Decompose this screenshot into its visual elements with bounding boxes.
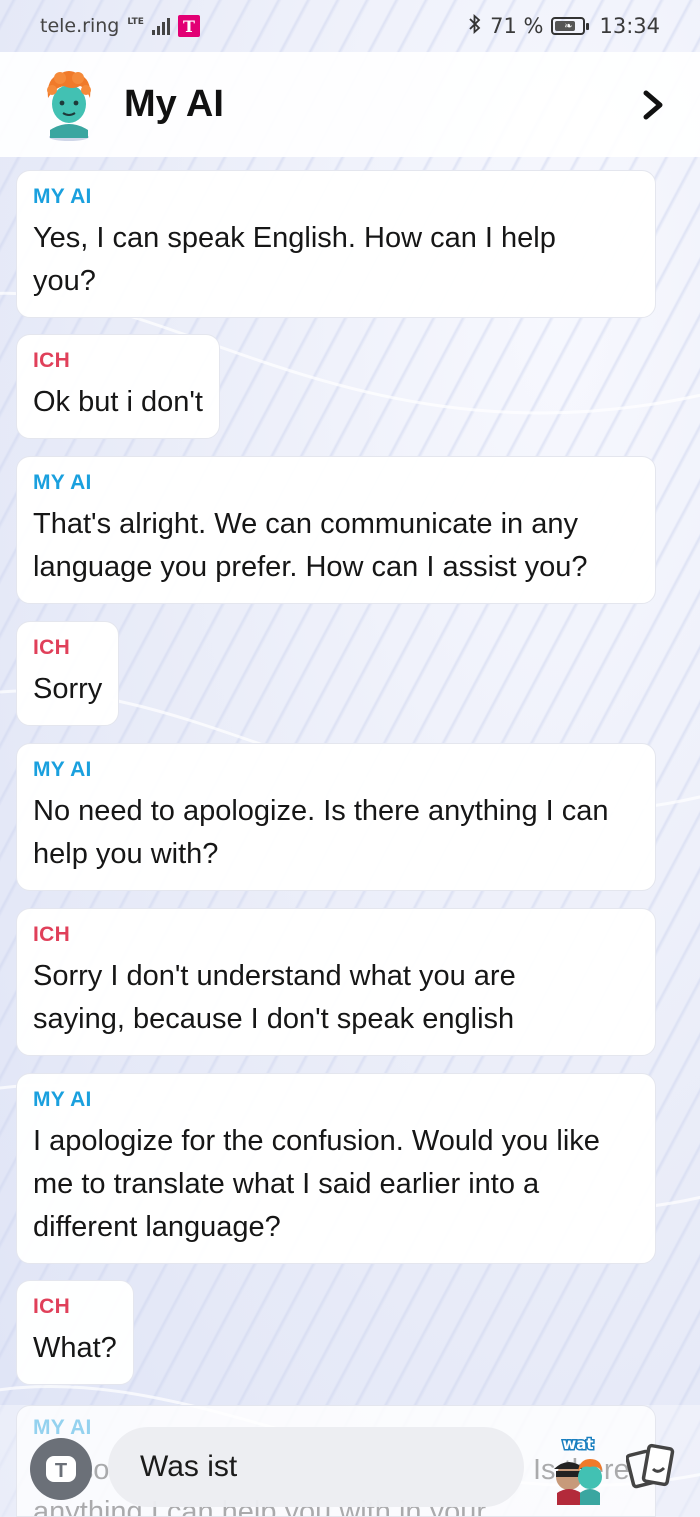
svg-text:T: T (55, 1460, 67, 1482)
network-type: LTE (127, 16, 144, 27)
composer-bar: MY AI I'm soIs there anything I can help… (0, 1405, 700, 1517)
clock: 13:34 (599, 14, 660, 38)
message-text: No need to apologize. Is there anything … (33, 795, 609, 870)
message-text: Ok but i don't (33, 386, 203, 418)
message-text: Sorry (33, 673, 103, 705)
sender-label: MY AI (33, 758, 92, 781)
camera-button[interactable]: T (30, 1438, 92, 1500)
message-text: I apologize for the confusion. Would you… (33, 1125, 600, 1243)
battery-icon: ❧ (551, 17, 590, 35)
message-text: What? (33, 1332, 117, 1364)
status-left: tele.ring LTE T (40, 15, 200, 37)
message-text: That's alright. We can communicate in an… (33, 508, 588, 583)
signal-icon (151, 17, 170, 35)
sender-label: MY AI (33, 1088, 92, 1111)
sender-label: ICH (33, 1295, 71, 1318)
message-bubble-ai: MY AI No need to apologize. Is there any… (16, 743, 656, 891)
sender-label: ICH (33, 923, 71, 946)
message-text: Sorry I don't understand what you are sa… (33, 960, 516, 1035)
svg-text:wat: wat (562, 1435, 593, 1453)
battery-percent: 71 % (490, 14, 544, 38)
bitmoji-icon[interactable]: wat (545, 1433, 611, 1505)
sender-label: ICH (33, 636, 71, 659)
message-bubble-ai: MY AI Yes, I can speak English. How can … (16, 170, 656, 318)
message-bubble-ai: MY AI I apologize for the confusion. Wou… (16, 1073, 656, 1264)
chat-title[interactable]: My AI (124, 83, 634, 126)
message-text: Yes, I can speak English. How can I help… (33, 222, 556, 297)
message-bubble-user: ICH Sorry (16, 621, 120, 726)
cards-icon[interactable] (626, 1441, 676, 1491)
message-bubble-user: ICH Ok but i don't (16, 334, 220, 439)
bluetooth-icon (468, 13, 482, 40)
camera-icon: T (46, 1456, 76, 1482)
message-bubble-user: ICH Sorry I don't understand what you ar… (16, 908, 656, 1056)
chat-header: My AI (0, 52, 700, 157)
status-right: 71 % ❧ 13:34 (468, 13, 660, 40)
sender-label: MY AI (33, 471, 92, 494)
sender-label: MY AI (33, 185, 92, 208)
carrier-name: tele.ring (40, 15, 120, 37)
chevron-right-icon[interactable] (634, 85, 670, 125)
status-bar: tele.ring LTE T 71 % ❧ 13:34 (0, 0, 700, 52)
message-input[interactable]: Was ist (108, 1427, 524, 1507)
message-bubble-user: ICH What? (16, 1280, 134, 1385)
message-bubble-ai: MY AI That's alright. We can communicate… (16, 456, 656, 604)
operator-logo: T (177, 15, 200, 37)
sender-label: MY AI (33, 1416, 92, 1439)
sender-label: ICH (33, 349, 71, 372)
my-ai-avatar[interactable] (40, 68, 98, 142)
